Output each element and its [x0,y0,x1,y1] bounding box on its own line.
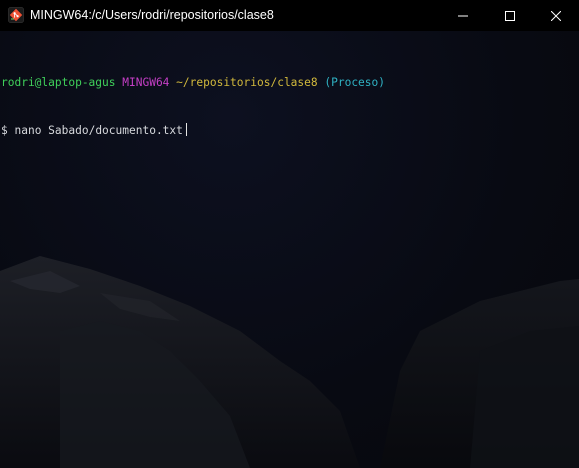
prompt-system: MINGW64 [122,76,170,89]
prompt-symbol: $ [1,124,8,137]
prompt-user-host: rodri@laptop-agus [1,76,116,89]
maximize-button[interactable] [487,0,533,31]
window-title: MINGW64:/c/Users/rodri/repositorios/clas… [30,8,274,22]
text-cursor [185,123,187,136]
terminal-window: MINGW64:/c/Users/rodri/repositorios/clas… [0,0,579,468]
command-line[interactable]: $ nano Sabado/documento.txt [1,123,385,139]
terminal-area[interactable]: rodri@laptop-agus MINGW64 ~/repositorios… [0,31,579,468]
prompt-branch: (Proceso) [324,76,385,89]
close-icon [550,6,562,25]
minimize-icon [458,6,468,25]
minimize-button[interactable] [440,0,486,31]
git-bash-icon[interactable] [8,7,24,23]
terminal-output: rodri@laptop-agus MINGW64 ~/repositorios… [1,43,385,171]
close-button[interactable] [533,0,579,31]
prompt-line: rodri@laptop-agus MINGW64 ~/repositorios… [1,75,385,91]
title-bar[interactable]: MINGW64:/c/Users/rodri/repositorios/clas… [0,0,579,31]
maximize-icon [505,6,515,25]
prompt-path: ~/repositorios/clase8 [176,76,318,89]
command-text: nano Sabado/documento.txt [14,124,183,137]
